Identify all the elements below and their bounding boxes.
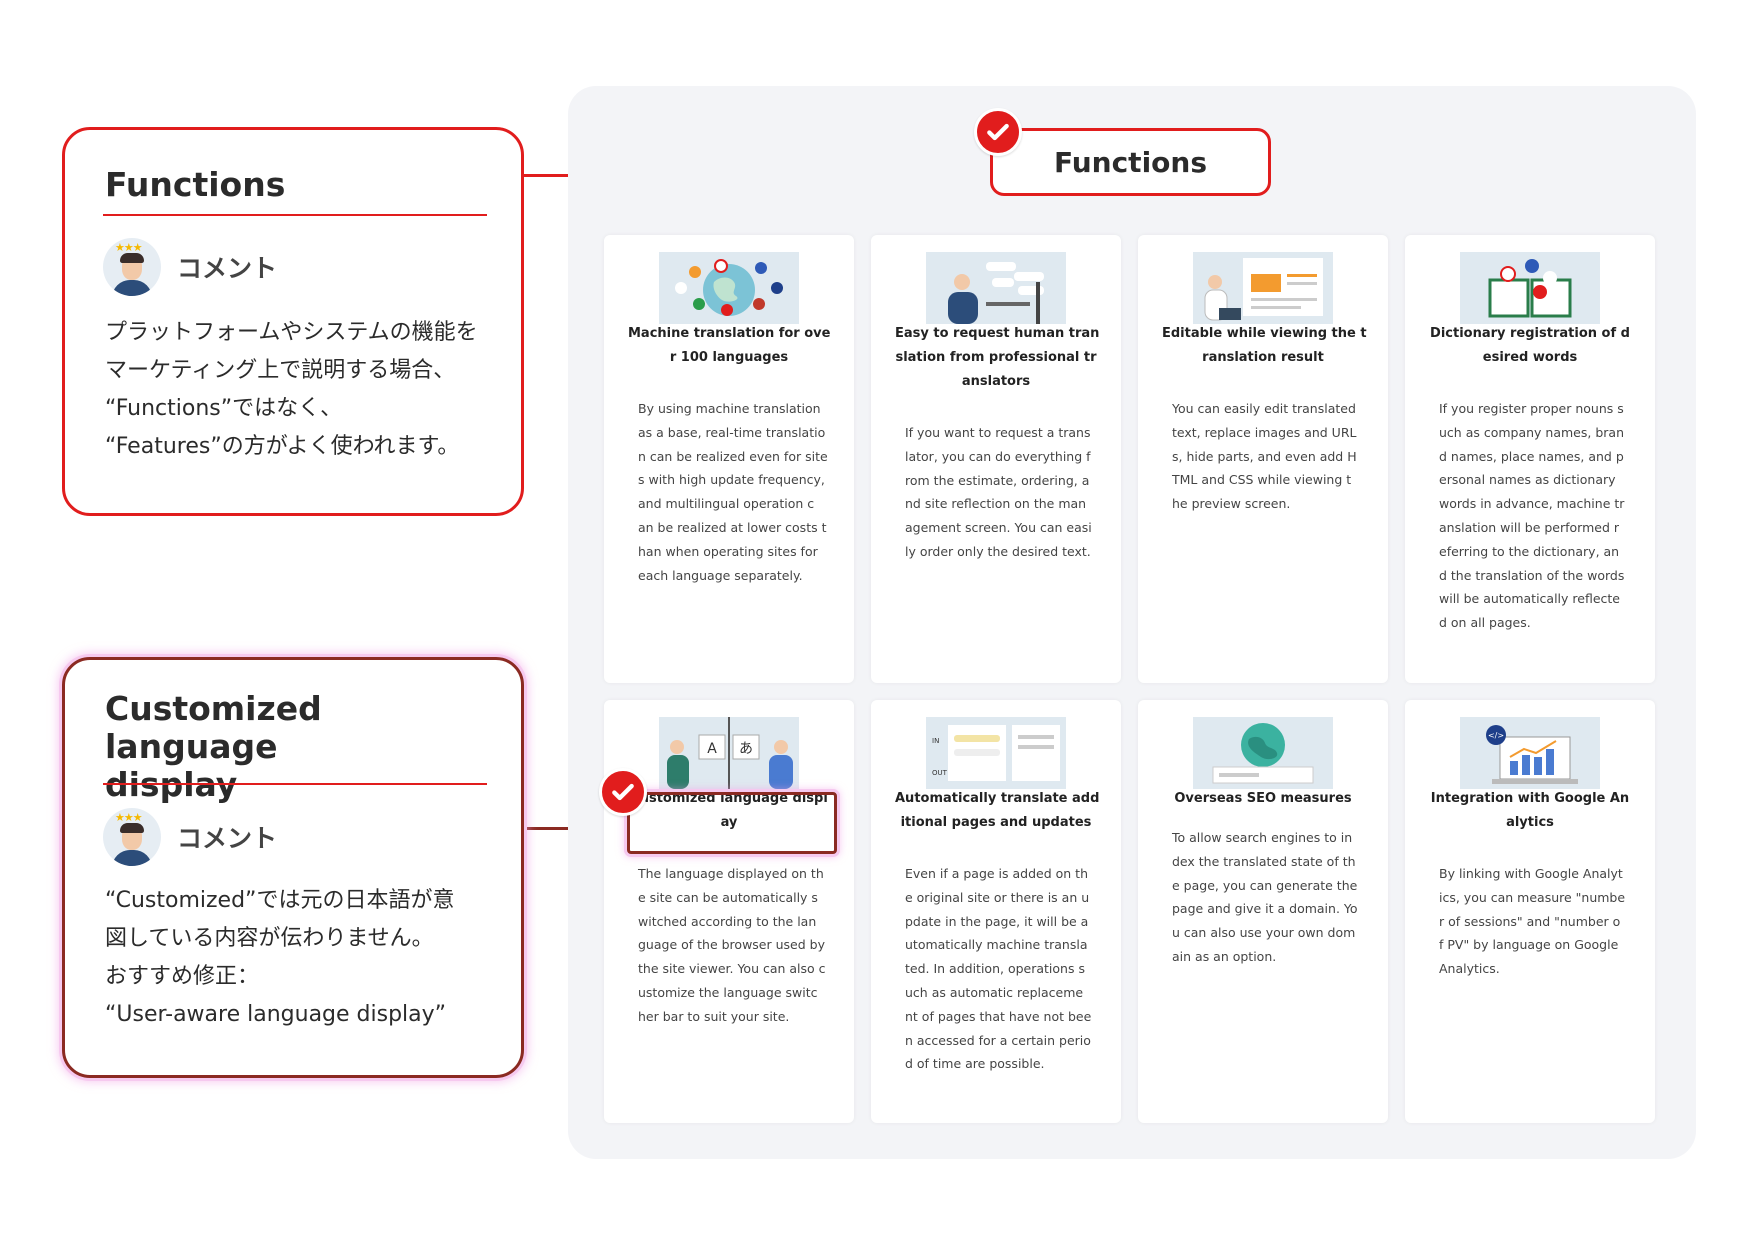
section-heading-functions: Functions (990, 128, 1271, 196)
analytics-laptop-illustration-icon: </> (1460, 717, 1600, 789)
feature-description: You can easily edit translated text, repl… (1172, 401, 1357, 512)
language-switch-illustration-icon: A あ (659, 717, 799, 789)
feature-title: Automatically translate add itional page… (895, 791, 1100, 830)
annotation-card-customized-language-display: Customized language display ★★★ コメント “Cu… (62, 657, 524, 1078)
feature-title: Overseas SEO measures (1174, 791, 1352, 806)
feature-card-customized-language-display: A あ Customized language displ ay The lan… (604, 700, 854, 1123)
annotation-title: Functions (105, 165, 286, 204)
annotation-card-functions: Functions ★★★ コメント プラットフォームやシステムの機能を マーケ… (62, 127, 524, 516)
annotation-comment-header: ★★★ コメント (103, 238, 277, 296)
feature-card-human-translation: Easy to request human tran slation from … (871, 235, 1121, 683)
feature-card-overseas-seo: Overseas SEO measures To allow search en… (1138, 700, 1388, 1123)
comment-label: コメント (177, 254, 278, 283)
reviewer-avatar-icon: ★★★ (103, 238, 161, 296)
annotation-comment-body: “Customized”では元の日本語が意 図している内容が伝わりません。 おす… (105, 888, 455, 1027)
feature-card-machine-translation: Machine translation for ove r 100 langua… (604, 235, 854, 683)
feature-card-auto-translate-updates: IN OUT Automatically translate add ition… (871, 700, 1121, 1123)
annotation-comment-body: プラットフォームやシステムの機能を マーケティング上で説明する場合、 “Func… (105, 320, 478, 459)
feature-title: Dictionary registration of d esired word… (1430, 326, 1630, 365)
feature-description: By linking with Google Analyt ics, you ca… (1439, 866, 1626, 977)
feature-title: Editable while viewing the t ranslation … (1162, 326, 1367, 365)
feature-description: If you register proper nouns s uch as com… (1439, 401, 1625, 631)
highlight-frame-customized-title (627, 792, 837, 854)
feature-description: If you want to request a trans lator, you… (905, 425, 1092, 559)
japanese-letter-label: あ (739, 741, 753, 757)
feature-card-google-analytics: </> Integration with Google An alytics B… (1405, 700, 1655, 1123)
globe-flags-illustration-icon (659, 252, 799, 324)
feature-card-dictionary: Dictionary registration of d esired word… (1405, 235, 1655, 683)
annotation-comment-header: ★★★ コメント (103, 808, 277, 866)
dictionary-book-illustration-icon (1460, 252, 1600, 324)
checkmark-icon (974, 108, 1022, 156)
feature-description: Even if a page is added on th e original … (905, 866, 1092, 1072)
annotation-divider (103, 214, 487, 216)
comment-label: コメント (177, 824, 278, 853)
seo-globe-illustration-icon (1193, 717, 1333, 789)
code-badge-label: </> (1488, 731, 1504, 740)
feature-card-editable-preview: Editable while viewing the t ranslation … (1138, 235, 1388, 683)
out-label: OUT (932, 769, 948, 777)
feature-title: Integration with Google An alytics (1430, 791, 1630, 830)
feature-description: To allow search engines to in dex the tra… (1172, 830, 1358, 964)
feature-description: The language displayed on th e site can b… (638, 866, 826, 1024)
feature-title: Machine translation for ove r 100 langua… (628, 326, 831, 365)
latin-letter-label: A (707, 741, 717, 757)
feature-description: By using machine translation as a base, r… (638, 401, 828, 583)
editor-preview-illustration-icon (1193, 252, 1333, 324)
in-label: IN (932, 737, 939, 745)
checkmark-icon (599, 768, 647, 816)
feature-title: Easy to request human tran slation from … (895, 326, 1100, 389)
annotation-title: Customized language display (105, 689, 322, 804)
auto-update-illustration-icon: IN OUT (926, 717, 1066, 789)
reviewer-avatar-icon: ★★★ (103, 808, 161, 866)
annotation-divider (103, 783, 487, 785)
human-translator-illustration-icon (926, 252, 1066, 324)
